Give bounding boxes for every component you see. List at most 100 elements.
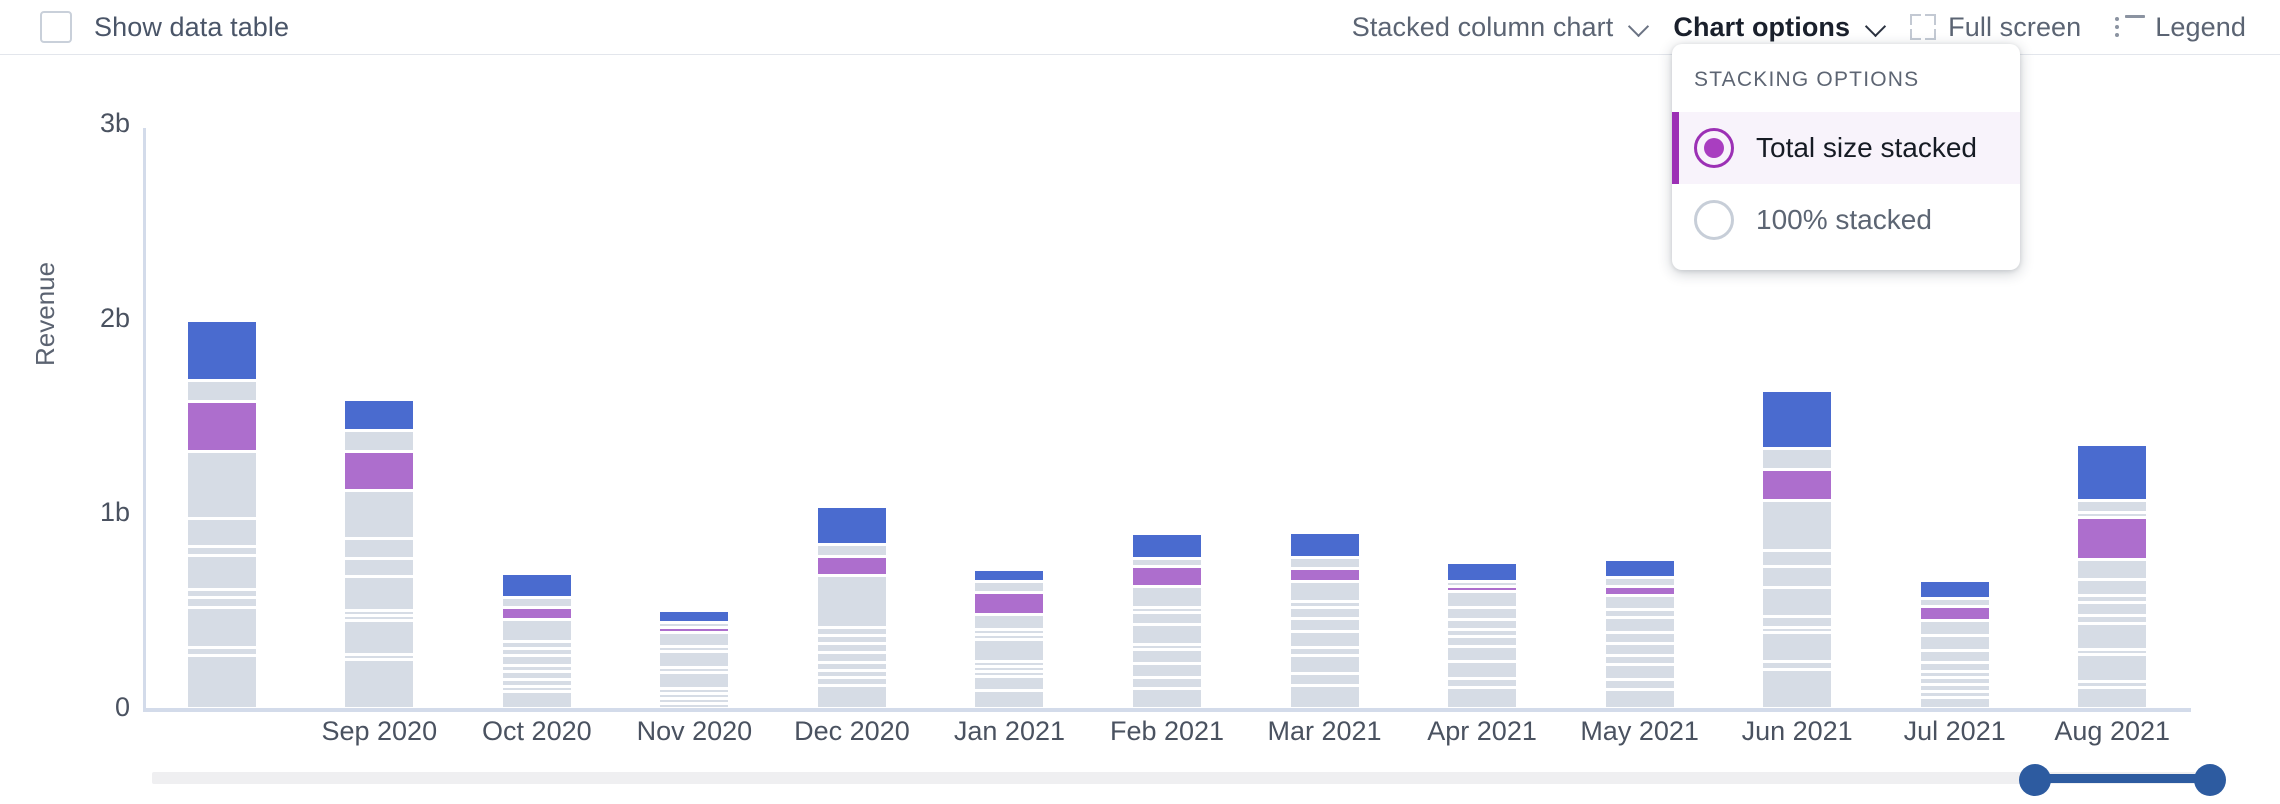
full-screen-button[interactable]: Full screen	[1910, 12, 2081, 43]
bar-segment[interactable]	[187, 548, 256, 555]
bar-segment[interactable]	[1133, 645, 1201, 648]
bar-segment[interactable]	[1920, 699, 1989, 707]
bar-segment[interactable]	[1763, 634, 1832, 661]
bar-segment[interactable]	[975, 641, 1044, 660]
bar-segment[interactable]	[817, 637, 886, 643]
bar-segment[interactable]	[345, 578, 414, 610]
bar-segment[interactable]	[1763, 470, 1832, 499]
bar-segment[interactable]	[1605, 597, 1674, 608]
bar-segment[interactable]	[502, 599, 571, 606]
chart-type-selector[interactable]: Stacked column chart	[1352, 12, 1674, 43]
bar-segment[interactable]	[817, 686, 886, 707]
bar-segment[interactable]	[502, 642, 571, 647]
bar-segment[interactable]	[1133, 588, 1201, 606]
bar-segment[interactable]	[2078, 650, 2147, 653]
bar-segment[interactable]	[187, 402, 256, 451]
slider-selected-range[interactable]	[2035, 774, 2210, 783]
bar-segment[interactable]	[1763, 567, 1832, 587]
bar-segment[interactable]	[1763, 618, 1832, 627]
bar-segment[interactable]	[2078, 603, 2147, 615]
bar-segment[interactable]	[975, 582, 1044, 592]
bar-segment[interactable]	[187, 608, 256, 646]
bar-segment[interactable]	[1290, 633, 1359, 646]
bar-segment[interactable]	[1290, 686, 1359, 707]
bar-segment[interactable]	[817, 576, 886, 627]
bar-segment[interactable]	[187, 453, 256, 518]
bar-column[interactable]	[1448, 564, 1517, 710]
bar-segment[interactable]	[1290, 608, 1359, 617]
bar-segment[interactable]	[1763, 629, 1832, 632]
bar-segment[interactable]	[502, 608, 571, 618]
bar-segment[interactable]	[187, 591, 256, 597]
bar-segment[interactable]	[502, 680, 571, 685]
bar-segment[interactable]	[345, 401, 414, 430]
bar-segment[interactable]	[187, 557, 256, 589]
bar-segment[interactable]	[1290, 582, 1359, 600]
bar-segment[interactable]	[1763, 671, 1832, 707]
bar-column[interactable]	[1290, 533, 1359, 710]
bar-segment[interactable]	[660, 669, 729, 672]
bar-segment[interactable]	[345, 491, 414, 538]
bar-segment[interactable]	[2078, 446, 2147, 500]
bar-segment[interactable]	[975, 667, 1044, 670]
bar-segment[interactable]	[1920, 678, 1989, 683]
bar-segment[interactable]	[1920, 673, 1989, 676]
bar-segment[interactable]	[187, 520, 256, 546]
time-range-slider[interactable]	[0, 748, 2280, 804]
bar-segment[interactable]	[1763, 552, 1832, 565]
bar-segment[interactable]	[1920, 651, 1989, 662]
bar-segment[interactable]	[1920, 582, 1989, 598]
bar-segment[interactable]	[1605, 657, 1674, 664]
radio-unselected-icon[interactable]	[1694, 200, 1734, 240]
bar-segment[interactable]	[1920, 637, 1989, 649]
bar-segment[interactable]	[1448, 608, 1517, 618]
bar-column[interactable]	[1133, 535, 1201, 710]
bar-column[interactable]	[345, 401, 414, 710]
bar-segment[interactable]	[1605, 666, 1674, 678]
bar-segment[interactable]	[975, 692, 1044, 707]
bar-segment[interactable]	[660, 629, 729, 632]
bar-segment[interactable]	[345, 622, 414, 654]
bar-segment[interactable]	[345, 656, 414, 659]
slider-track[interactable]	[152, 772, 2210, 784]
bar-segment[interactable]	[660, 705, 729, 707]
bar-segment[interactable]	[1133, 678, 1201, 687]
bar-segment[interactable]	[2078, 581, 2147, 594]
bar-segment[interactable]	[1133, 613, 1201, 624]
bar-segment[interactable]	[1605, 690, 1674, 707]
bar-segment[interactable]	[660, 674, 729, 687]
bar-segment[interactable]	[1133, 626, 1201, 643]
bar-segment[interactable]	[1448, 564, 1517, 580]
bar-segment[interactable]	[975, 571, 1044, 580]
bar-segment[interactable]	[1448, 631, 1517, 636]
bar-segment[interactable]	[2078, 502, 2147, 512]
bar-segment[interactable]	[1290, 657, 1359, 672]
bar-segment[interactable]	[1290, 674, 1359, 684]
bar-segment[interactable]	[1133, 535, 1201, 557]
show-data-table-checkbox[interactable]	[40, 11, 72, 43]
legend-button[interactable]: Legend	[2081, 12, 2246, 43]
slider-handle-right[interactable]	[2194, 764, 2226, 796]
bar-segment[interactable]	[345, 432, 414, 450]
bar-segment[interactable]	[817, 679, 886, 684]
chart-options-button[interactable]: Chart options	[1673, 12, 1910, 43]
bar-segment[interactable]	[2078, 561, 2147, 579]
bar-segment[interactable]	[502, 667, 571, 671]
bar-segment[interactable]	[502, 693, 571, 707]
bar-segment[interactable]	[502, 649, 571, 654]
bar-segment[interactable]	[502, 574, 571, 597]
bar-segment[interactable]	[1920, 664, 1989, 671]
bar-segment[interactable]	[975, 636, 1044, 639]
bar-segment[interactable]	[660, 690, 729, 692]
bar-segment[interactable]	[1763, 663, 1832, 669]
bar-segment[interactable]	[187, 321, 256, 380]
bar-segment[interactable]	[2078, 597, 2147, 601]
bar-segment[interactable]	[660, 652, 729, 667]
bar-segment[interactable]	[1605, 561, 1674, 576]
bar-segment[interactable]	[502, 620, 571, 640]
bar-segment[interactable]	[1605, 588, 1674, 595]
bar-segment[interactable]	[817, 664, 886, 669]
stacking-option-100-percent-stacked[interactable]: 100% stacked	[1672, 184, 2020, 256]
bar-segment[interactable]	[2078, 688, 2147, 707]
bar-segment[interactable]	[345, 617, 414, 620]
